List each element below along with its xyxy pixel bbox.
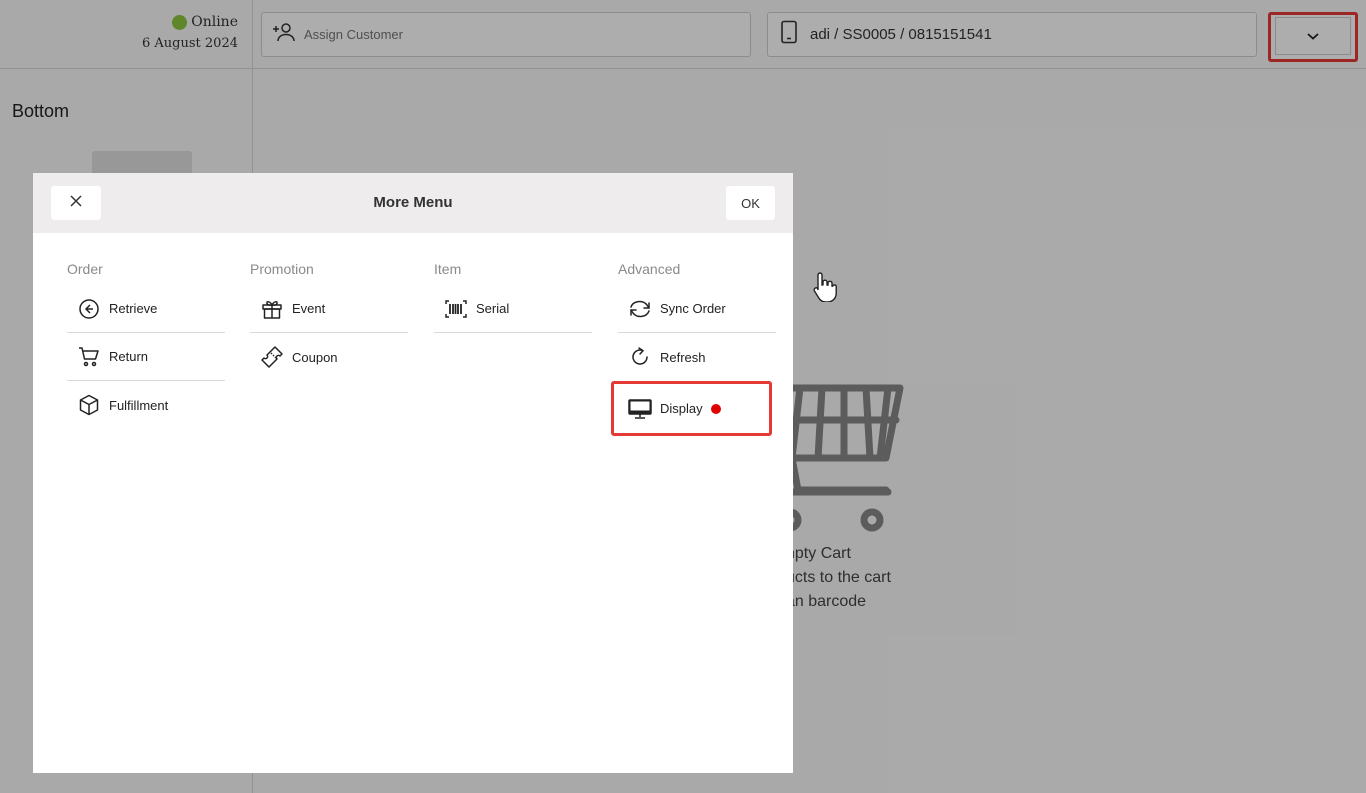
refresh-icon: [628, 345, 652, 369]
cart-icon: [77, 345, 101, 369]
modal-title: More Menu: [373, 194, 453, 211]
ticket-icon: [260, 345, 284, 369]
menu-item-label: Refresh: [660, 349, 706, 365]
ok-button[interactable]: OK: [726, 186, 775, 220]
menu-item-retrieve[interactable]: Retrieve: [67, 285, 225, 333]
column-title-order: Order: [67, 261, 103, 277]
modal-header: More Menu OK: [33, 173, 793, 233]
menu-item-display[interactable]: Display: [611, 381, 772, 436]
close-button[interactable]: [51, 186, 101, 220]
monitor-icon: [628, 397, 652, 421]
menu-item-label: Event: [292, 301, 326, 316]
order-column: Order Retrieve Return Fulfillment: [67, 261, 225, 429]
menu-item-label: Retrieve: [109, 301, 158, 316]
gift-icon: [260, 297, 284, 321]
hand-cursor-icon: [812, 270, 838, 303]
menu-item-refresh[interactable]: Refresh: [618, 333, 776, 381]
column-title-advanced: Advanced: [618, 261, 681, 277]
menu-item-label: Sync Order: [660, 301, 726, 316]
promotion-column: Promotion Event Coupon: [250, 261, 408, 381]
menu-item-return[interactable]: Return: [67, 333, 225, 381]
menu-item-label: Fulfillment: [109, 397, 169, 413]
menu-item-serial[interactable]: Serial: [434, 285, 592, 333]
more-menu-modal: More Menu OK Order Retrieve Return Fulfi…: [33, 173, 793, 773]
arrow-left-circle-icon: [77, 297, 101, 321]
menu-item-event[interactable]: Event: [250, 285, 408, 333]
menu-item-label: Coupon: [292, 349, 338, 365]
column-title-promotion: Promotion: [250, 261, 314, 277]
menu-item-fulfillment[interactable]: Fulfillment: [67, 381, 225, 429]
menu-item-coupon[interactable]: Coupon: [250, 333, 408, 381]
menu-item-label: Serial: [476, 301, 510, 316]
menu-item-sync-order[interactable]: Sync Order: [618, 285, 776, 333]
notification-dot-icon: [710, 403, 721, 414]
item-column: Item Serial: [434, 261, 592, 333]
column-title-item: Item: [434, 261, 462, 277]
sync-icon: [628, 297, 652, 321]
close-icon: [70, 194, 82, 212]
menu-item-label: Display: [660, 401, 703, 416]
menu-item-label: Return: [109, 349, 149, 364]
barcode-icon: [444, 297, 468, 321]
advanced-column: Advanced Sync Order Refresh Display: [611, 261, 776, 436]
box-icon: [77, 393, 101, 417]
